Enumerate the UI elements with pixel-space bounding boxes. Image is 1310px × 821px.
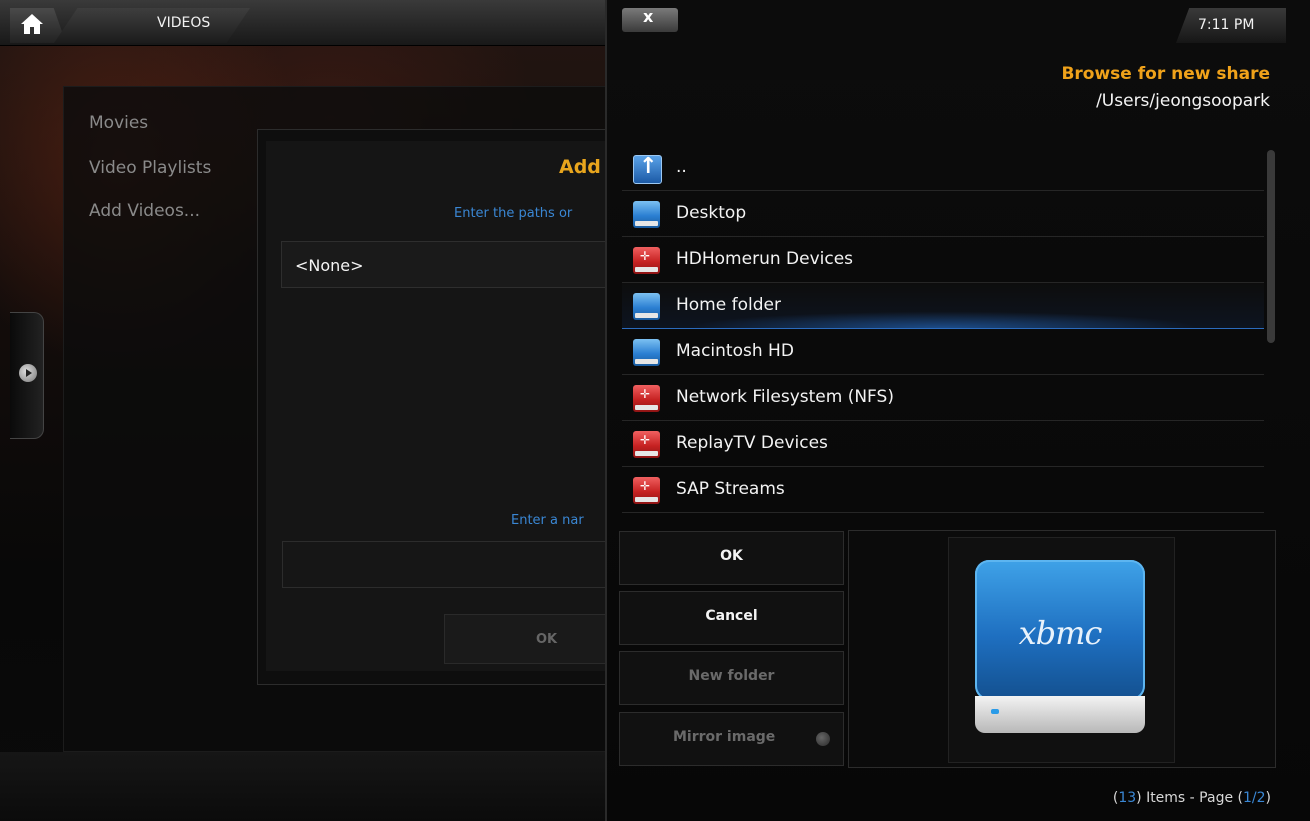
red-network-drive-icon <box>633 247 660 274</box>
blue-drive-icon <box>633 339 660 366</box>
clock: 7:11 PM <box>1198 17 1255 33</box>
side-menu-arrow-icon[interactable] <box>19 364 37 382</box>
list-item-macintosh-hd[interactable]: Macintosh HD <box>622 329 1264 375</box>
source-name-field[interactable] <box>282 541 606 588</box>
new-folder-button[interactable]: New folder <box>619 651 844 705</box>
parent-folder-icon <box>633 154 662 184</box>
drive-led <box>991 709 999 714</box>
red-network-drive-icon <box>633 385 660 412</box>
list-item-sap-streams[interactable]: SAP Streams <box>622 467 1264 513</box>
list-item-replaytv[interactable]: ReplayTV Devices <box>622 421 1264 467</box>
current-path: /Users/jeongsoopark <box>1096 91 1270 111</box>
blue-drive-icon <box>633 201 660 228</box>
menu-item-movies[interactable]: Movies <box>89 113 148 133</box>
list-item-label: Desktop <box>676 203 747 223</box>
mirror-image-label: Mirror image <box>673 729 776 745</box>
home-icon[interactable] <box>20 13 44 35</box>
items-text: Items - Page <box>1146 790 1234 806</box>
mirror-image-toggle[interactable]: Mirror image <box>619 712 844 766</box>
add-source-dialog-title: Add <box>559 156 601 178</box>
name-hint: Enter a nar <box>511 513 584 528</box>
list-item-label: SAP Streams <box>676 479 785 499</box>
list-scrollbar[interactable] <box>1267 150 1275 343</box>
list-item-nfs[interactable]: Network Filesystem (NFS) <box>622 375 1264 421</box>
cancel-button-label: Cancel <box>705 608 758 624</box>
ok-button-label: OK <box>720 548 743 564</box>
source-path-value: <None> <box>295 256 364 275</box>
page-indicator: 1/2 <box>1243 790 1266 806</box>
list-item-label: HDHomerun Devices <box>676 249 854 269</box>
list-item-label: Network Filesystem (NFS) <box>676 387 894 407</box>
xbmc-logo: xbmc <box>1018 614 1103 652</box>
radio-indicator-icon[interactable] <box>816 732 830 746</box>
menu-item-add-videos[interactable]: Add Videos... <box>89 201 200 221</box>
drive-base <box>975 696 1145 733</box>
add-source-ok-label: OK <box>536 632 558 647</box>
footer-bar <box>0 752 605 821</box>
paths-hint: Enter the paths or <box>454 206 573 221</box>
list-item-label: .. <box>676 157 687 177</box>
list-item-desktop[interactable]: Desktop <box>622 191 1264 237</box>
browse-title: Browse for new share <box>1061 64 1270 84</box>
file-list: .. Desktop HDHomerun Devices Home folder… <box>622 145 1264 515</box>
red-network-drive-icon <box>633 477 660 504</box>
list-item-hdhomerun[interactable]: HDHomerun Devices <box>622 237 1264 283</box>
list-item-label: Home folder <box>676 295 781 315</box>
ok-button[interactable]: OK <box>619 531 844 585</box>
section-tab <box>54 8 250 43</box>
blue-drive-icon <box>633 293 660 320</box>
items-count: 13 <box>1118 790 1137 806</box>
red-network-drive-icon <box>633 431 660 458</box>
new-folder-button-label: New folder <box>688 668 775 684</box>
list-item-home-folder[interactable]: Home folder <box>622 283 1264 329</box>
list-item-parent[interactable]: .. <box>622 145 1264 191</box>
cancel-button[interactable]: Cancel <box>619 591 844 645</box>
list-item-label: Macintosh HD <box>676 341 794 361</box>
items-page-status: (13) Items - Page (1/2) <box>1112 790 1271 806</box>
xbmc-drive-icon: xbmc <box>975 560 1145 735</box>
section-title: VIDEOS <box>157 15 211 31</box>
menu-item-video-playlists[interactable]: Video Playlists <box>89 158 211 178</box>
add-source-ok-button[interactable] <box>444 614 606 664</box>
list-item-label: ReplayTV Devices <box>676 433 828 453</box>
close-icon[interactable]: x <box>643 7 653 26</box>
